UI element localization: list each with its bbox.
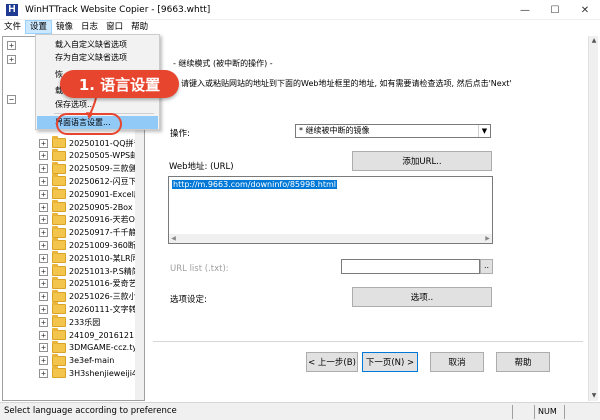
status-cell-empty (512, 405, 534, 419)
status-num: NUM (534, 405, 564, 419)
pointer-arrow-icon (86, 97, 97, 119)
status-bar: Select language according to preference … (0, 402, 600, 420)
status-cell-empty (564, 405, 598, 419)
status-text: Select language according to preference (4, 406, 177, 416)
tutorial-callout: 1. 语言设置 (60, 70, 179, 98)
